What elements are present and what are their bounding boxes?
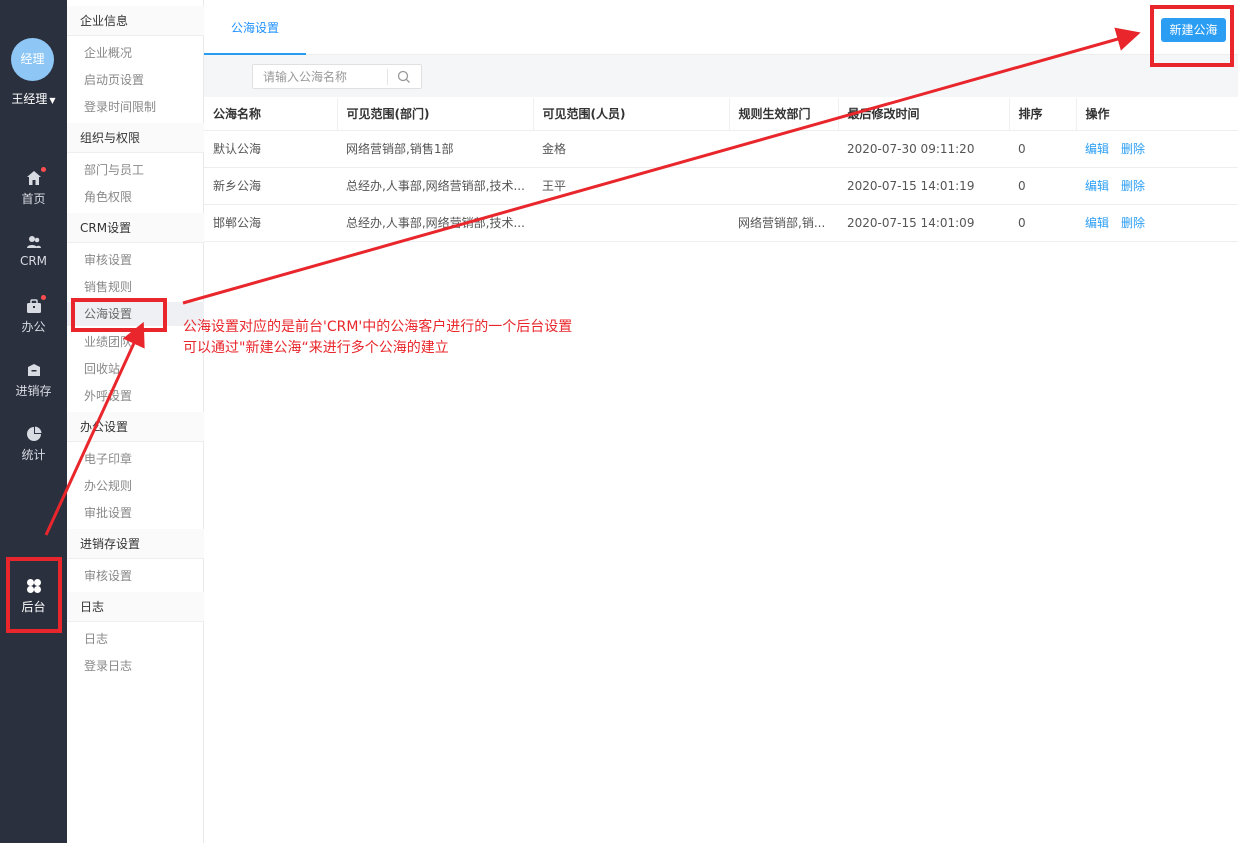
edit-link[interactable]: 编辑 [1085, 142, 1109, 156]
search-input[interactable] [263, 68, 383, 86]
edit-link[interactable]: 编辑 [1085, 216, 1109, 230]
cell-dept: 总经办,人事部,网络营销部,技术... [337, 204, 533, 242]
cell-rule-dept [729, 167, 838, 205]
menu-item[interactable]: 回收站 [67, 357, 204, 381]
notification-dot [40, 167, 46, 172]
rail-label: 后台 [21, 600, 46, 614]
column-header: 排序 [1009, 98, 1077, 131]
menu-group-title: 进销存设置 [67, 529, 204, 559]
rail-label: CRM [19, 254, 48, 268]
menu-item-active[interactable]: 公海设置 [67, 302, 204, 326]
cell-order: 0 [1009, 130, 1076, 168]
column-header: 公海名称 [204, 98, 338, 131]
divider [387, 69, 388, 85]
new-sea-button[interactable]: 新建公海 [1161, 18, 1226, 42]
cell-order: 0 [1009, 167, 1076, 205]
rail-item-office[interactable]: 办公 [0, 295, 67, 348]
cell-rule-dept: 网络营销部,销... [729, 204, 838, 242]
tab-sea-settings[interactable]: 公海设置 [204, 0, 306, 55]
box-icon [26, 362, 42, 378]
delete-link[interactable]: 删除 [1121, 216, 1145, 230]
cell-people [533, 204, 729, 242]
menu-item[interactable]: 启动页设置 [67, 68, 204, 92]
rail-item-crm[interactable]: CRM [0, 234, 67, 284]
home-icon [26, 167, 46, 186]
notification-dot [40, 295, 46, 300]
cell-name: 新乡公海 [204, 167, 337, 205]
cell-dept: 网络营销部,销售1部 [337, 130, 533, 168]
pie-chart-icon [26, 426, 42, 442]
cell-people: 王平 [533, 167, 729, 205]
rail-item-stats[interactable]: 统计 [0, 426, 67, 476]
menu-item[interactable]: 企业概况 [67, 41, 204, 65]
user-name: 王经理 [11, 92, 48, 106]
menu-item[interactable]: 办公规则 [67, 474, 204, 498]
column-header: 规则生效部门 [729, 98, 839, 131]
menu-item[interactable]: 角色权限 [67, 185, 204, 209]
rail-label: 进销存 [15, 384, 52, 398]
user-menu[interactable]: 王经理 ▼ [0, 90, 67, 107]
users-icon [26, 234, 42, 250]
table-header-row: 公海名称 可见范围(部门) 可见范围(人员) 规则生效部门 最后修改时间 排序 … [204, 98, 1238, 131]
delete-link[interactable]: 删除 [1121, 179, 1145, 193]
grid-icon [26, 578, 42, 594]
rail-item-inventory[interactable]: 进销存 [0, 362, 67, 412]
cell-name: 邯郸公海 [204, 204, 337, 242]
edit-link[interactable]: 编辑 [1085, 179, 1109, 193]
settings-menu: 企业信息 企业概况 启动页设置 登录时间限制 组织与权限 部门与员工 角色权限 … [67, 0, 204, 843]
caret-down-icon: ▼ [49, 96, 56, 105]
cell-name: 默认公海 [204, 130, 337, 168]
menu-group-title: 组织与权限 [67, 123, 204, 153]
menu-item[interactable]: 业绩团队 [67, 330, 204, 354]
cell-rule-dept [729, 130, 838, 168]
cell-actions: 编辑 删除 [1076, 167, 1238, 205]
sea-table: 公海名称 可见范围(部门) 可见范围(人员) 规则生效部门 最后修改时间 排序 … [204, 98, 1238, 242]
column-header: 最后修改时间 [838, 98, 1010, 131]
rail-item-admin[interactable]: 后台 [0, 578, 67, 628]
briefcase-icon [26, 295, 46, 314]
delete-link[interactable]: 删除 [1121, 142, 1145, 156]
cell-order: 0 [1009, 204, 1076, 242]
table-row: 默认公海 网络营销部,销售1部 金格 2020-07-30 09:11:20 0… [204, 130, 1238, 168]
cell-actions: 编辑 删除 [1076, 204, 1238, 242]
table-row: 邯郸公海 总经办,人事部,网络营销部,技术... 网络营销部,销... 2020… [204, 204, 1238, 242]
menu-item[interactable]: 外呼设置 [67, 384, 204, 408]
menu-item[interactable]: 销售规则 [67, 275, 204, 299]
filter-toolbar [204, 55, 1238, 97]
menu-item[interactable]: 审核设置 [67, 248, 204, 272]
column-header: 可见范围(部门) [337, 98, 534, 131]
menu-item[interactable]: 电子印章 [67, 447, 204, 471]
menu-group-title: CRM设置 [67, 213, 204, 243]
cell-dept: 总经办,人事部,网络营销部,技术... [337, 167, 533, 205]
avatar[interactable]: 经理 [11, 38, 54, 81]
main-panel: 公海设置 新建公海 公海名称 可见范围(部门) 可见范围(人员) [204, 0, 1238, 843]
column-header: 操作 [1076, 98, 1238, 131]
cell-actions: 编辑 删除 [1076, 130, 1238, 168]
tab-bar: 公海设置 新建公海 [204, 0, 1238, 55]
rail-label: 首页 [21, 192, 46, 206]
rail-label: 统计 [21, 448, 46, 462]
menu-item[interactable]: 审批设置 [67, 501, 204, 525]
cell-time: 2020-07-15 14:01:19 [838, 167, 1009, 205]
cell-time: 2020-07-15 14:01:09 [838, 204, 1009, 242]
menu-item[interactable]: 登录日志 [67, 654, 204, 678]
menu-group-title: 办公设置 [67, 412, 204, 442]
column-header: 可见范围(人员) [533, 98, 730, 131]
search-box [252, 64, 422, 89]
main-nav-rail: 经理 王经理 ▼ 首页 CRM 办公 进销存 统计 后台 [0, 0, 67, 843]
menu-group-title: 日志 [67, 592, 204, 622]
cell-time: 2020-07-30 09:11:20 [838, 130, 1009, 168]
menu-item[interactable]: 审核设置 [67, 564, 204, 588]
cell-people: 金格 [533, 130, 729, 168]
table-row: 新乡公海 总经办,人事部,网络营销部,技术... 王平 2020-07-15 1… [204, 167, 1238, 205]
search-icon[interactable] [397, 70, 411, 84]
menu-item[interactable]: 日志 [67, 627, 204, 651]
menu-group-title: 企业信息 [67, 6, 204, 36]
menu-item[interactable]: 登录时间限制 [67, 95, 204, 119]
rail-label: 办公 [21, 320, 46, 334]
menu-item[interactable]: 部门与员工 [67, 158, 204, 182]
rail-item-home[interactable]: 首页 [0, 167, 67, 220]
